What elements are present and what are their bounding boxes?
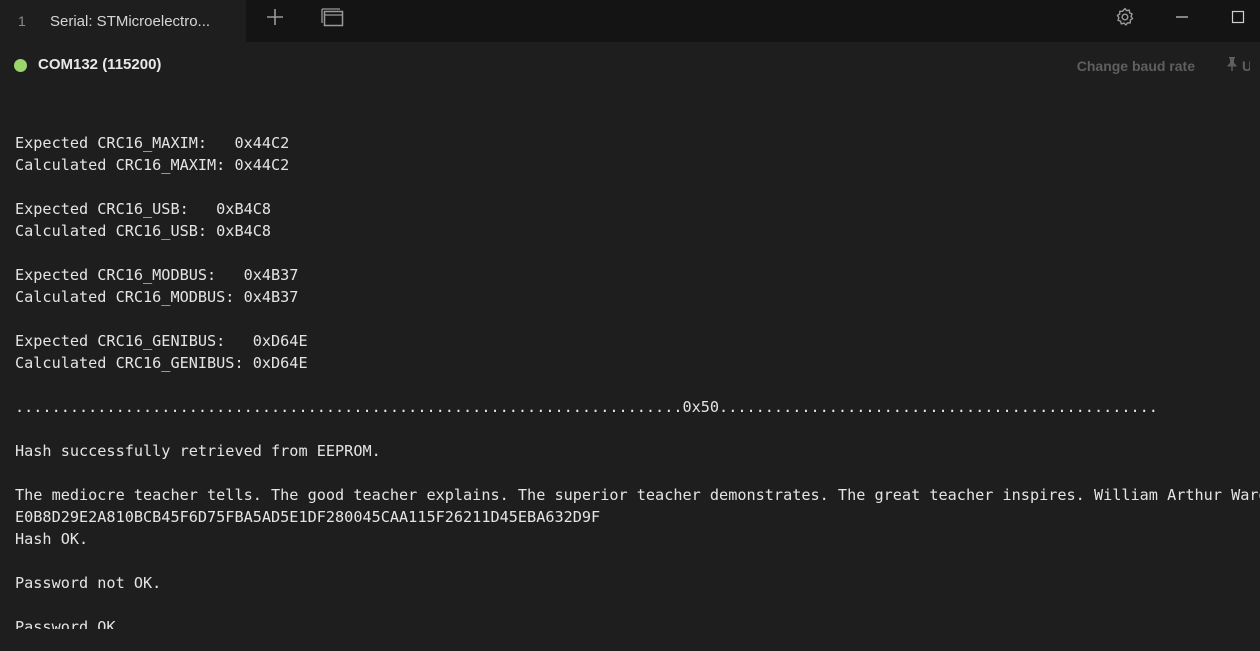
console-line: Calculated CRC16_MAXIM: 0x44C2 (15, 156, 290, 174)
console-line: ........................................… (15, 398, 1158, 416)
console-line: Expected CRC16_MODBUS: 0x4B37 (15, 266, 299, 284)
pin-label: U (1242, 58, 1250, 74)
gear-icon[interactable] (1112, 0, 1138, 34)
new-window-icon[interactable] (320, 0, 346, 34)
console-line: Hash OK. (15, 530, 89, 548)
title-bar: 1 Serial: STMicroelectro... (0, 0, 1260, 42)
add-icon[interactable] (262, 0, 288, 34)
change-baud-rate-button[interactable]: Change baud rate (1077, 58, 1195, 74)
connection-status-indicator (14, 59, 27, 72)
console-line: Password OK. (15, 618, 125, 629)
connection-bar: COM132 (115200) Change baud rate U (0, 42, 1260, 88)
maximize-icon[interactable] (1226, 0, 1250, 34)
console-line: Expected CRC16_MAXIM: 0x44C2 (15, 134, 290, 152)
tab-title: Serial: STMicroelectro... (50, 12, 211, 30)
serial-output: Expected CRC16_MAXIM: 0x44C2 Calculated C… (15, 110, 1260, 629)
tab-serial[interactable]: 1 Serial: STMicroelectro... (0, 0, 246, 42)
console-line: E0B8D29E2A810BCB45F6D75FBA5AD5E1DF280045… (15, 508, 601, 526)
pin-icon (1226, 56, 1238, 76)
console-line: Calculated CRC16_USB: 0xB4C8 (15, 222, 272, 240)
console-line: Hash successfully retrieved from EEPROM. (15, 442, 381, 460)
console-line: Calculated CRC16_GENIBUS: 0xD64E (15, 354, 308, 372)
minimize-icon[interactable] (1170, 0, 1194, 34)
console-line: The mediocre teacher tells. The good tea… (15, 486, 1260, 504)
console-line: Calculated CRC16_MODBUS: 0x4B37 (15, 288, 299, 306)
pin-button[interactable]: U (1226, 56, 1250, 76)
port-label: COM132 (115200) (38, 56, 162, 73)
tab-index: 1 (18, 13, 26, 29)
console-line: Expected CRC16_USB: 0xB4C8 (15, 200, 272, 218)
console-line: Expected CRC16_GENIBUS: 0xD64E (15, 332, 308, 350)
console-line: Password not OK. (15, 574, 162, 592)
